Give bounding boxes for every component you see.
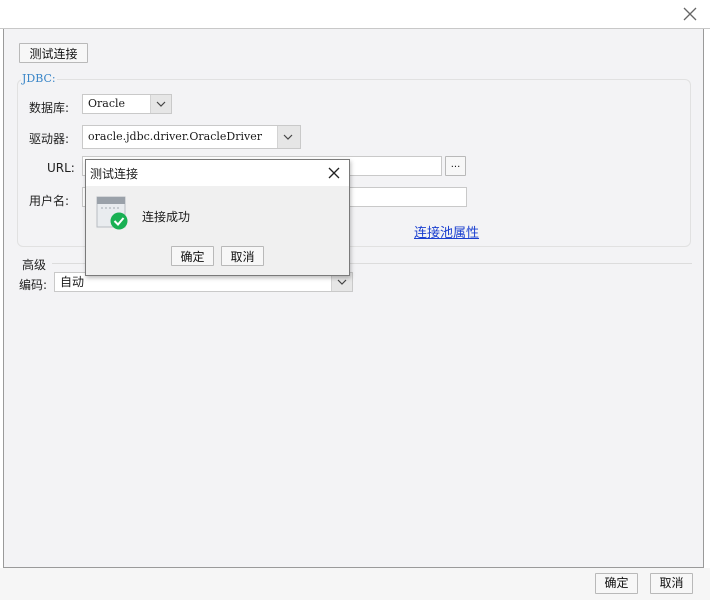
chevron-down-icon [337, 279, 347, 285]
driver-label: 驱动器: [29, 132, 70, 146]
database-select-value: Oracle [88, 97, 126, 110]
url-label: URL: [47, 161, 75, 175]
chevron-down-icon [156, 101, 166, 107]
driver-select-value: oracle.jdbc.driver.OracleDriver [88, 130, 262, 143]
encoding-label: 编码: [19, 278, 48, 292]
dialog-footer: 确定 取消 [0, 568, 710, 600]
modal-cancel-button[interactable]: 取消 [221, 246, 264, 266]
success-check-icon [96, 196, 128, 230]
advanced-section-title: 高级 [22, 258, 47, 272]
username-label: 用户名: [29, 194, 70, 208]
cancel-button[interactable]: 取消 [650, 573, 693, 594]
close-icon[interactable] [680, 4, 700, 24]
connection-pool-properties-link[interactable]: 连接池属性 [414, 222, 479, 241]
driver-dropdown-arrow[interactable] [277, 126, 300, 148]
dialog-content: 测试连接 JDBC: 数据库: Oracle 驱动器: oracle.jdbc.… [3, 29, 704, 568]
modal-title-bar: 测试连接 [86, 160, 349, 186]
dialog-title-bar [0, 0, 710, 29]
test-connection-button[interactable]: 测试连接 [19, 43, 88, 63]
database-label: 数据库: [29, 101, 70, 115]
chevron-down-icon [283, 134, 293, 140]
url-browse-button[interactable]: ... [445, 156, 466, 176]
ok-button[interactable]: 确定 [595, 573, 638, 594]
modal-title: 测试连接 [90, 167, 139, 181]
test-connection-modal: 测试连接 连接成功 确定 取消 [85, 159, 350, 276]
jdbc-group-title: JDBC: [21, 72, 57, 85]
database-dropdown-arrow[interactable] [150, 95, 171, 113]
close-icon[interactable] [327, 166, 341, 180]
modal-message: 连接成功 [142, 210, 191, 224]
encoding-select-value: 自动 [60, 275, 85, 289]
modal-ok-button[interactable]: 确定 [171, 246, 214, 266]
driver-select[interactable]: oracle.jdbc.driver.OracleDriver [82, 125, 301, 149]
database-select[interactable]: Oracle [82, 94, 172, 114]
